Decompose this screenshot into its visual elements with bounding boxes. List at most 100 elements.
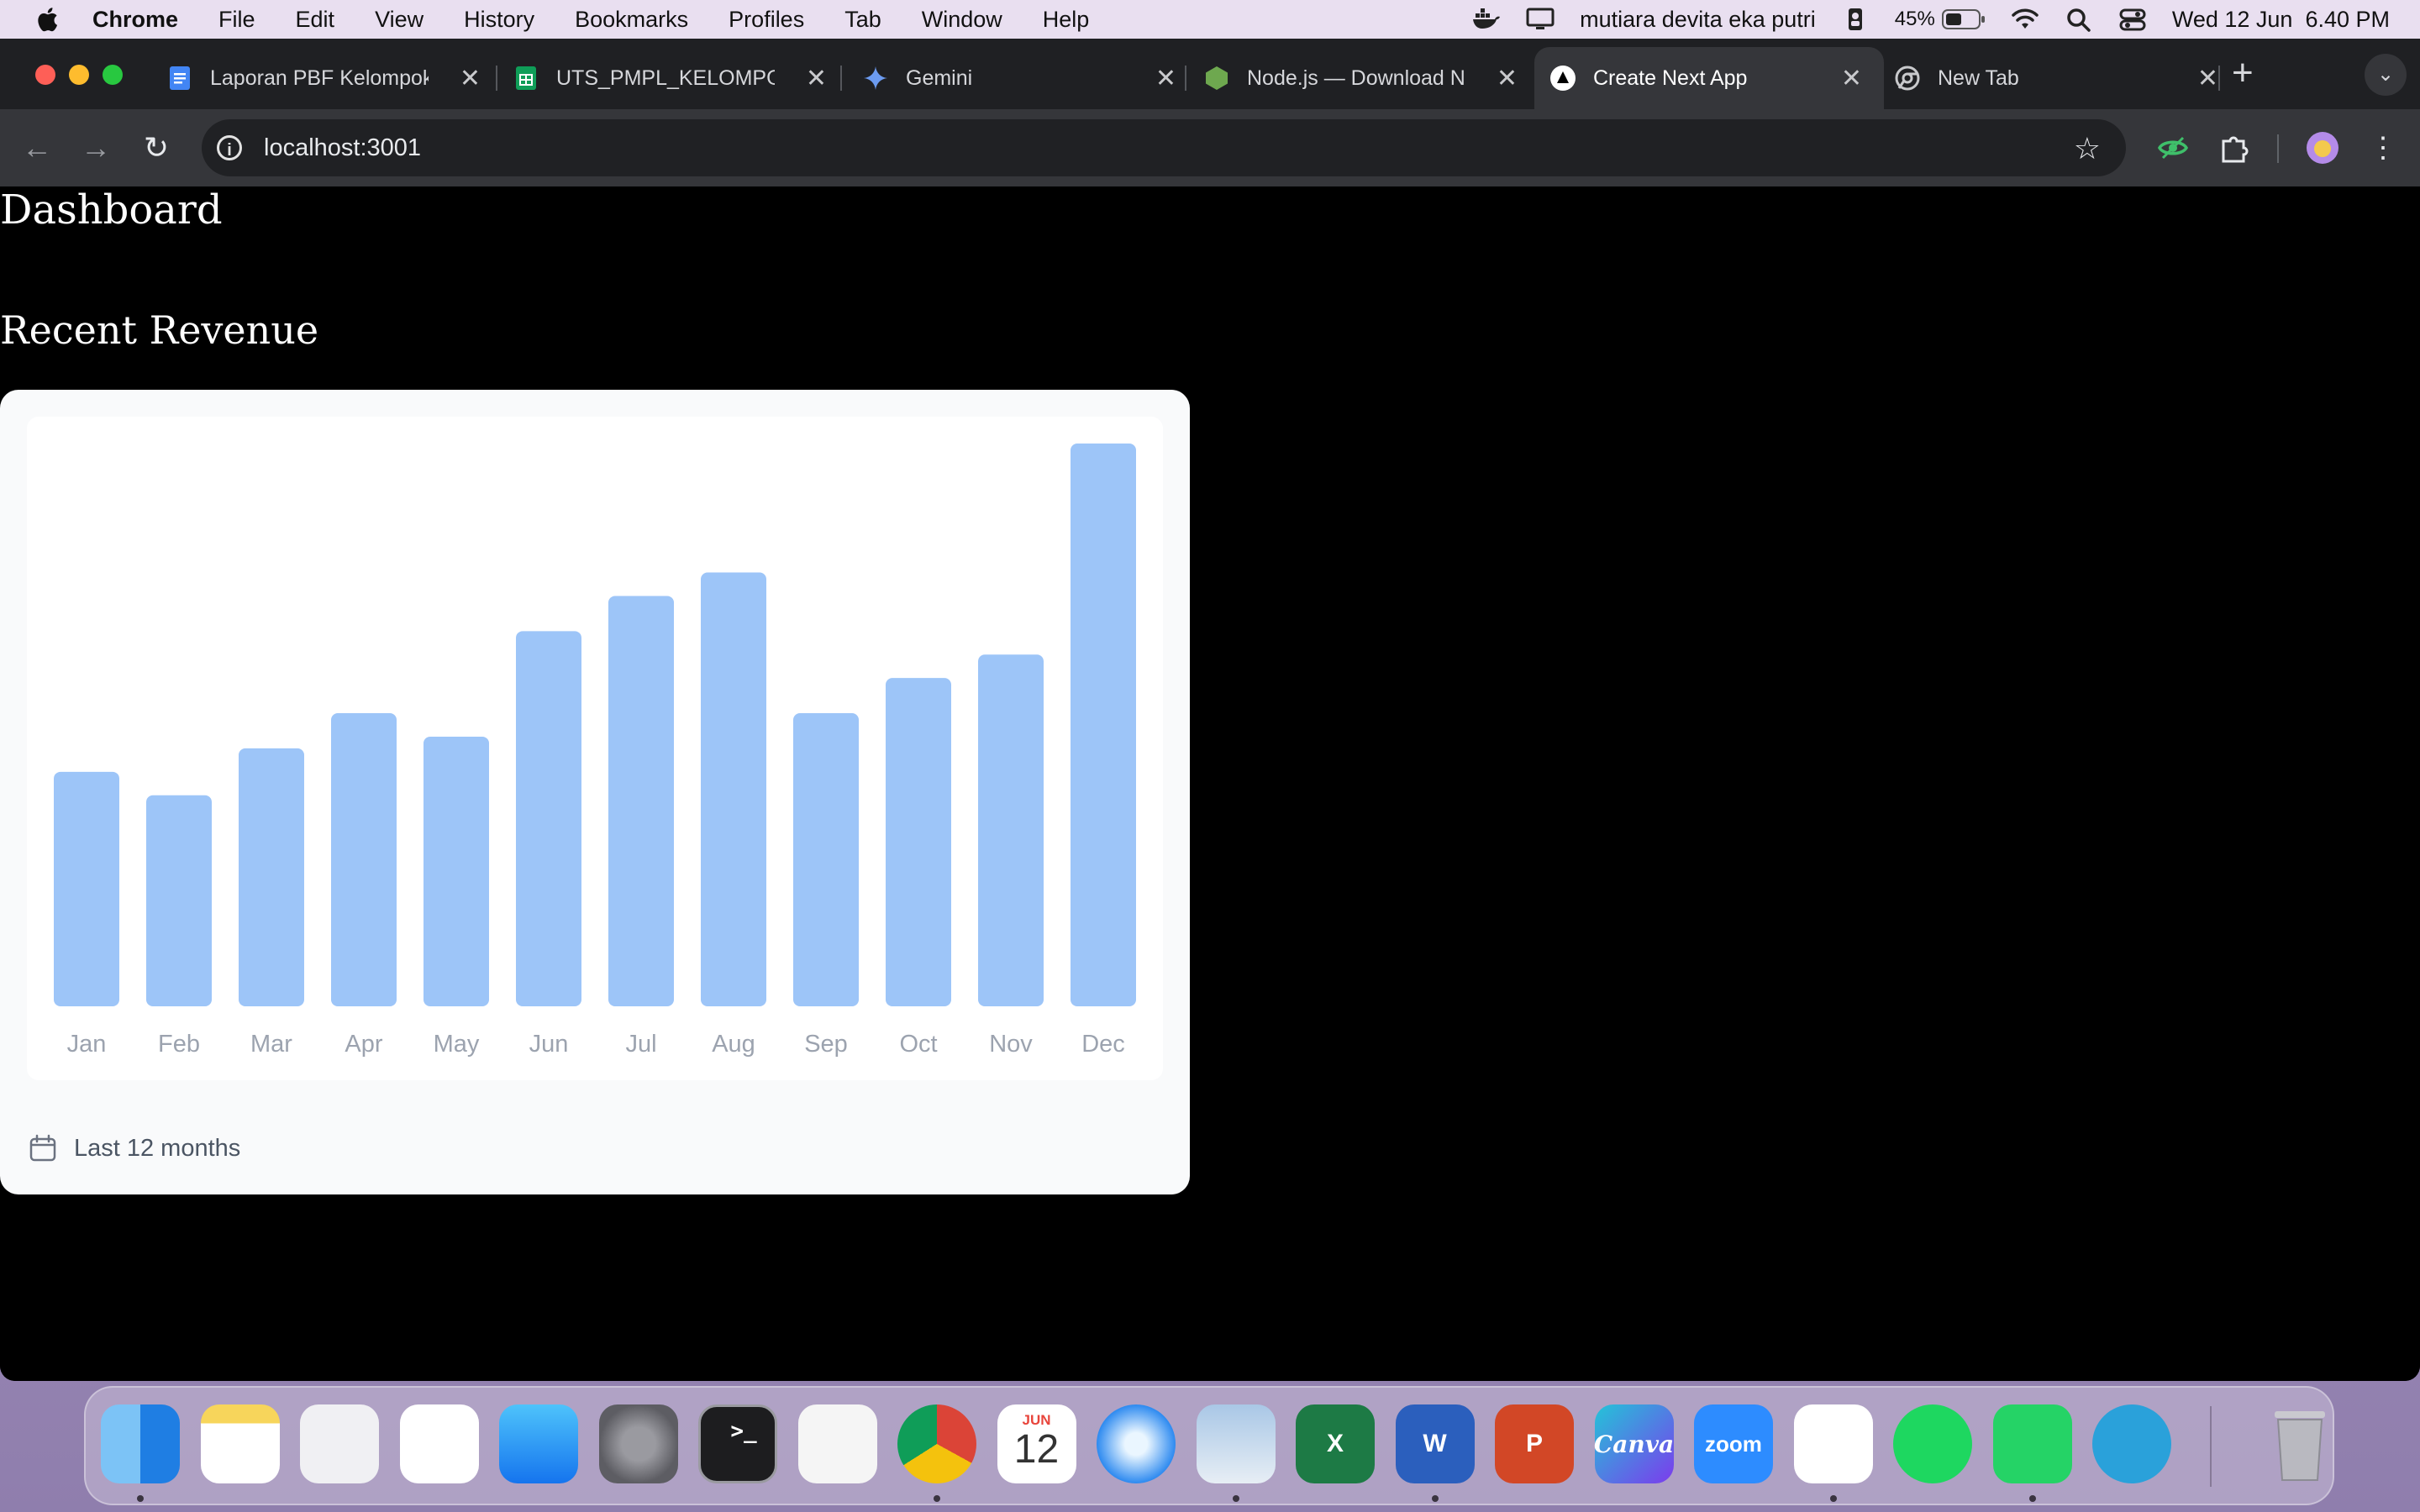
close-tab-icon[interactable]: ✕ (1497, 64, 1518, 93)
display-icon[interactable] (1526, 7, 1555, 32)
running-indicator (2028, 1495, 2036, 1502)
menu-app-chrome[interactable]: Chrome (92, 7, 178, 33)
x-tick-label: Jun (529, 1031, 569, 1058)
bar-mar (239, 748, 304, 1006)
forward-button[interactable]: → (77, 129, 114, 166)
notes-icon[interactable] (200, 1404, 280, 1483)
bar-jan (54, 771, 119, 1006)
chrome-icon[interactable] (897, 1404, 976, 1483)
whatsapp-icon[interactable] (1992, 1404, 2072, 1483)
section-title: Recent Revenue (0, 307, 319, 353)
word-icon[interactable]: W (1395, 1404, 1475, 1483)
menu-file[interactable]: File (218, 7, 255, 33)
x-tick-label: Jul (625, 1031, 656, 1058)
powerpoint-icon[interactable]: P (1495, 1404, 1574, 1483)
address-bar[interactable]: i localhost:3001 ☆ (202, 119, 2126, 176)
menu-tab[interactable]: Tab (844, 7, 881, 33)
bookmark-star-icon[interactable]: ☆ (2074, 131, 2101, 166)
running-indicator (1232, 1495, 1239, 1502)
profile-avatar[interactable] (2306, 131, 2339, 165)
new-tab-button[interactable]: + (2232, 52, 2254, 94)
menubar-clock[interactable]: Wed 12 Jun 6.40 PM (2172, 7, 2390, 33)
x-tick-label: Jan (67, 1031, 107, 1058)
minimize-window-button[interactable] (69, 65, 89, 85)
tab-nodejs[interactable]: Node.js — Download Node ✕ (1190, 47, 1539, 109)
calendar-icon (29, 1134, 56, 1162)
google-docs-icon (170, 66, 190, 90)
spotlight-search-icon[interactable] (2065, 7, 2093, 32)
user-badge-icon[interactable] (1841, 7, 1870, 32)
tab-gemini[interactable]: Gemini ✕ (845, 47, 1198, 109)
bar-nov (978, 654, 1044, 1006)
site-info-icon[interactable]: i (217, 135, 242, 160)
excel-icon[interactable]: X (1296, 1404, 1375, 1483)
textedit-icon[interactable] (797, 1404, 877, 1483)
menubar-user-name[interactable]: mutiara devita eka putri (1580, 7, 1816, 33)
launchpad-icon[interactable] (300, 1404, 379, 1483)
control-center-icon[interactable] (2118, 7, 2147, 32)
close-tab-icon[interactable]: ✕ (806, 64, 827, 93)
chrome-menu-button[interactable]: ⋮ (2365, 129, 2402, 166)
x-tick-label: Nov (989, 1031, 1033, 1058)
card-footer: Last 12 months (29, 1127, 240, 1169)
back-button[interactable]: ← (18, 129, 55, 166)
battery-icon[interactable] (1941, 8, 1986, 30)
app-store-icon[interactable] (499, 1404, 578, 1483)
bar-apr (331, 713, 397, 1006)
terminal-icon[interactable]: >_ (698, 1404, 777, 1483)
menu-window[interactable]: Window (922, 7, 1002, 33)
preview-icon[interactable] (1196, 1404, 1276, 1483)
page-title: Dashboard (0, 186, 223, 234)
eye-extension-icon[interactable] (2156, 131, 2190, 165)
zoom-icon[interactable]: zoom (1694, 1404, 1773, 1483)
menu-view[interactable]: View (375, 7, 424, 33)
apple-logo-icon[interactable] (34, 5, 59, 34)
nextjs-icon (1550, 66, 1576, 91)
extensions-puzzle-icon[interactable] (2217, 131, 2250, 165)
toolbar-divider (2277, 134, 2279, 163)
safari-icon[interactable] (1097, 1404, 1176, 1483)
telegram-icon[interactable] (2092, 1404, 2171, 1483)
bar-may (424, 736, 489, 1006)
canva-icon[interactable]: Canva (1593, 1404, 1675, 1483)
x-tick-label: Feb (158, 1031, 200, 1058)
menu-edit[interactable]: Edit (296, 7, 335, 33)
calendar-icon[interactable]: JUN 12 (997, 1404, 1076, 1483)
menu-help[interactable]: Help (1043, 7, 1090, 33)
tab-laporan-pbf[interactable]: Laporan PBF Kelompok ✕ (151, 47, 502, 109)
close-window-button[interactable] (35, 65, 55, 85)
trash-icon[interactable] (2260, 1404, 2339, 1483)
menu-profiles[interactable]: Profiles (729, 7, 804, 33)
wifi-icon[interactable] (2011, 7, 2039, 32)
tab-create-next-app[interactable]: Create Next App ✕ (1534, 47, 1884, 109)
page-content: Dashboard Recent Revenue Jan Feb Mar Apr May… (0, 186, 2420, 1381)
zoom-window-button[interactable] (103, 65, 123, 85)
tab-title: Gemini (906, 66, 973, 90)
tab-uts-pmpl[interactable]: UTS_PMPL_KELOMPOK ✕ (501, 47, 849, 109)
close-tab-icon[interactable]: ✕ (1155, 64, 1176, 93)
tab-new-tab[interactable]: New Tab ✕ (1877, 47, 2240, 109)
close-tab-icon[interactable]: ✕ (460, 64, 481, 93)
x-tick-label: Aug (712, 1031, 755, 1058)
close-tab-icon[interactable]: ✕ (1841, 64, 1862, 93)
browser-window: Laporan PBF Kelompok ✕ UTS_PMPL_KELOMPOK… (0, 39, 2420, 1381)
x-tick-label: Apr (345, 1031, 382, 1058)
menu-bookmarks[interactable]: Bookmarks (575, 7, 688, 33)
address-bar-url[interactable]: localhost:3001 (264, 134, 421, 162)
reload-button[interactable]: ↻ (138, 129, 175, 166)
menu-history[interactable]: History (464, 7, 534, 33)
spotify-icon[interactable] (1893, 1404, 1972, 1483)
docker-icon[interactable] (1472, 7, 1501, 32)
calendar-day: 12 (1013, 1427, 1060, 1472)
date-range-label: Last 12 months (74, 1134, 241, 1162)
vscode-icon[interactable] (1793, 1404, 1873, 1483)
finder-icon[interactable] (101, 1404, 180, 1483)
revenue-chart-card: Jan Feb Mar Apr May Jun Jul Aug Sep Oct Nov Dec Las… (0, 390, 1190, 1194)
dock-app-glyph: Canva (1593, 1430, 1675, 1458)
system-settings-icon[interactable] (598, 1404, 678, 1483)
bar-aug (701, 572, 766, 1006)
photos-icon[interactable] (399, 1404, 479, 1483)
close-tab-icon[interactable]: ✕ (2197, 64, 2218, 93)
tab-search-button[interactable]: ⌄ (2365, 54, 2407, 96)
dock-app-glyph: X (1326, 1430, 1344, 1457)
